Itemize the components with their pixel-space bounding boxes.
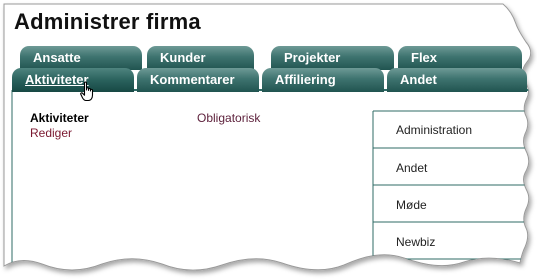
- tab-kommentarer[interactable]: Kommentarer: [137, 68, 259, 92]
- torn-page-frame: [3, 3, 532, 271]
- edit-link[interactable]: Rediger: [30, 126, 72, 140]
- tab-projekter[interactable]: Projekter: [271, 46, 394, 70]
- tab-label: Ansatte: [33, 50, 81, 65]
- tab-kunder[interactable]: Kunder: [147, 46, 254, 70]
- menu-item-administration[interactable]: Administration: [396, 123, 472, 137]
- menu-item-mode[interactable]: Møde: [396, 198, 427, 212]
- menu-item-newbiz[interactable]: Newbiz: [396, 235, 435, 249]
- menu-item-andet[interactable]: Andet: [396, 161, 427, 175]
- tab-label: Flex: [411, 50, 438, 65]
- hand-cursor-icon: [80, 81, 94, 102]
- page-title: Administrer firma: [14, 9, 201, 34]
- tab-label: Projekter: [284, 50, 341, 65]
- tab-aktiviteter[interactable]: Aktiviteter: [12, 68, 134, 92]
- activities-header: Aktiviteter: [30, 111, 89, 125]
- tab-affiliering[interactable]: Affiliering: [262, 68, 384, 92]
- tab-flex[interactable]: Flex: [398, 46, 522, 70]
- tab-label: Affiliering: [275, 72, 336, 87]
- tab-label: Kunder: [160, 50, 206, 65]
- tab-label: Kommentarer: [150, 72, 235, 87]
- tab-andet[interactable]: Andet: [387, 68, 527, 92]
- obligatory-column-label: Obligatorisk: [197, 111, 261, 125]
- tab-label: Andet: [400, 72, 437, 87]
- tab-ansatte[interactable]: Ansatte: [20, 46, 142, 70]
